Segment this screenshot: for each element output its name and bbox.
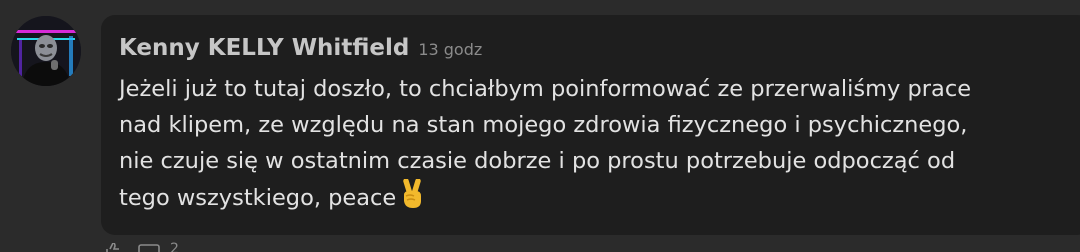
comment-time[interactable]: 13 godz bbox=[418, 40, 482, 59]
comment-icon[interactable] bbox=[138, 242, 162, 252]
comment-header: Kenny KELLY Whitfield 13 godz bbox=[119, 35, 482, 61]
victory-hand-icon bbox=[400, 178, 424, 220]
comment-actions: 2 bbox=[104, 242, 179, 252]
masked-person-avatar-icon bbox=[11, 16, 81, 86]
comment-text-block: Jeżeli już to tutaj doszło, to chciałbym… bbox=[119, 71, 1079, 220]
comment-text: Jeżeli już to tutaj doszło, to chciałbym… bbox=[119, 76, 972, 211]
comment: Kenny KELLY Whitfield 13 godz Jeżeli już… bbox=[0, 0, 1080, 252]
comment-bubble: Kenny KELLY Whitfield 13 godz Jeżeli już… bbox=[101, 15, 1080, 235]
avatar[interactable] bbox=[11, 16, 81, 86]
reply-count: 2 bbox=[170, 241, 179, 252]
thumbs-up-icon[interactable] bbox=[104, 242, 122, 252]
comment-author[interactable]: Kenny KELLY Whitfield bbox=[119, 35, 409, 61]
